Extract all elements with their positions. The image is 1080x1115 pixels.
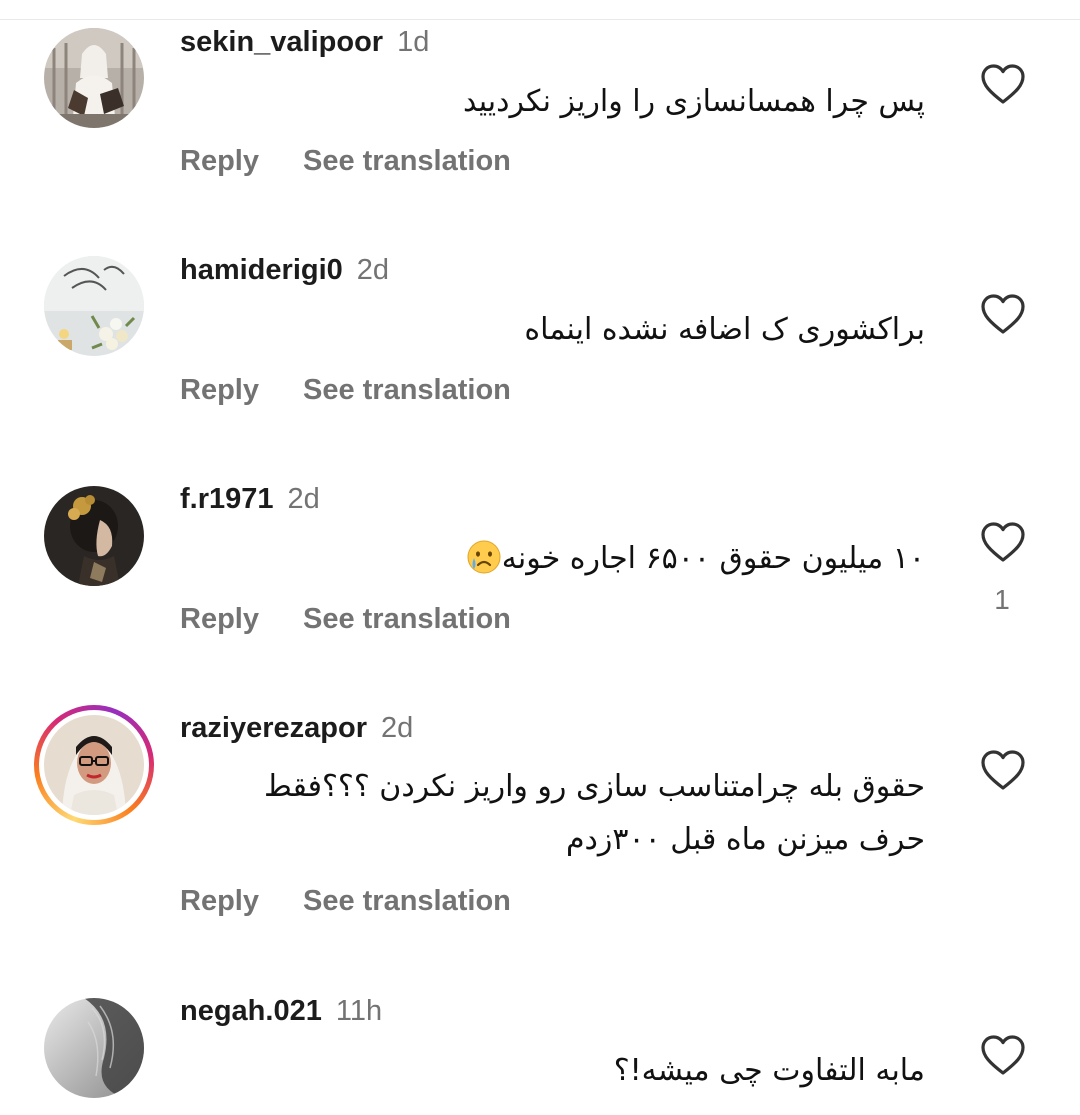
comment-text-line-2: حرف میزنن ماه قبل ۳۰۰زدم: [565, 822, 925, 857]
avatar-photo: [44, 486, 144, 586]
like-count: 1: [994, 584, 1010, 615]
avatar[interactable]: [44, 998, 144, 1098]
heart-outline-icon: [981, 294, 1025, 334]
reply-button[interactable]: Reply: [180, 374, 259, 406]
comment-text: پس چرا همسانسازی را واریز نکردیید: [462, 84, 925, 119]
timestamp: 11h: [335, 995, 383, 1027]
comment-actions: Reply See translation: [180, 373, 511, 407]
heart-outline-icon: [981, 64, 1025, 104]
comment-actions: Reply See translation: [180, 602, 511, 636]
timestamp: 2d: [356, 254, 390, 286]
avatar: [44, 715, 144, 815]
like-button[interactable]: [980, 521, 1026, 563]
timestamp: 1d: [397, 26, 430, 58]
like-button[interactable]: [980, 749, 1026, 791]
reply-button[interactable]: Reply: [180, 885, 259, 917]
comment-text: مابه التفاوت چی میشه!؟: [613, 1053, 925, 1088]
comment-header: raziyerezapor 2d: [180, 711, 413, 745]
comment-header: negah.021 11h: [180, 994, 382, 1028]
username[interactable]: hamiderigi0: [180, 254, 343, 286]
comment-text: ۱۰ میلیون حقوق ۶۵۰۰ اجاره خونه: [466, 534, 925, 584]
crying-face-emoji: [467, 540, 501, 574]
comment-header: f.r1971 2d: [180, 482, 320, 516]
comment-header: sekin_valipoor 1d: [180, 25, 429, 59]
avatar[interactable]: [44, 486, 144, 586]
username[interactable]: raziyerezapor: [180, 712, 367, 744]
like-button[interactable]: [980, 1034, 1026, 1076]
username[interactable]: negah.021: [180, 995, 322, 1027]
heart-outline-icon: [981, 522, 1025, 562]
comment-actions: Reply See translation: [180, 144, 511, 178]
timestamp: 2d: [287, 483, 320, 515]
avatar-photo: [44, 998, 144, 1098]
comment-text: براکشوری ک اضافه نشده اینماه: [524, 312, 925, 347]
avatar-photo: [44, 715, 144, 815]
username[interactable]: f.r1971: [180, 483, 274, 515]
like-button[interactable]: [980, 293, 1026, 335]
comment-header: hamiderigi0 2d: [180, 253, 389, 287]
comment-text-content: ۱۰ میلیون حقوق ۶۵۰۰ اجاره خونه: [501, 541, 925, 576]
reply-button[interactable]: Reply: [180, 603, 259, 635]
see-translation-button[interactable]: See translation: [303, 885, 511, 917]
avatar[interactable]: [44, 256, 144, 356]
reply-button[interactable]: Reply: [180, 145, 259, 177]
comment-text-line-1: حقوق بله چرامتناسب سازی رو واریز نکردن ؟…: [263, 769, 925, 804]
timestamp: 2d: [381, 712, 414, 744]
like-button[interactable]: [980, 63, 1026, 105]
avatar-photo: [44, 28, 144, 128]
top-divider: [0, 19, 1080, 20]
see-translation-button[interactable]: See translation: [303, 374, 511, 406]
story-ring[interactable]: [34, 705, 154, 825]
see-translation-button[interactable]: See translation: [303, 603, 511, 635]
see-translation-button[interactable]: See translation: [303, 145, 511, 177]
avatar[interactable]: [44, 28, 144, 128]
username[interactable]: sekin_valipoor: [180, 26, 383, 58]
heart-outline-icon: [981, 1035, 1025, 1075]
comment-actions: Reply See translation: [180, 884, 511, 918]
avatar-photo: [44, 256, 144, 356]
heart-outline-icon: [981, 750, 1025, 790]
